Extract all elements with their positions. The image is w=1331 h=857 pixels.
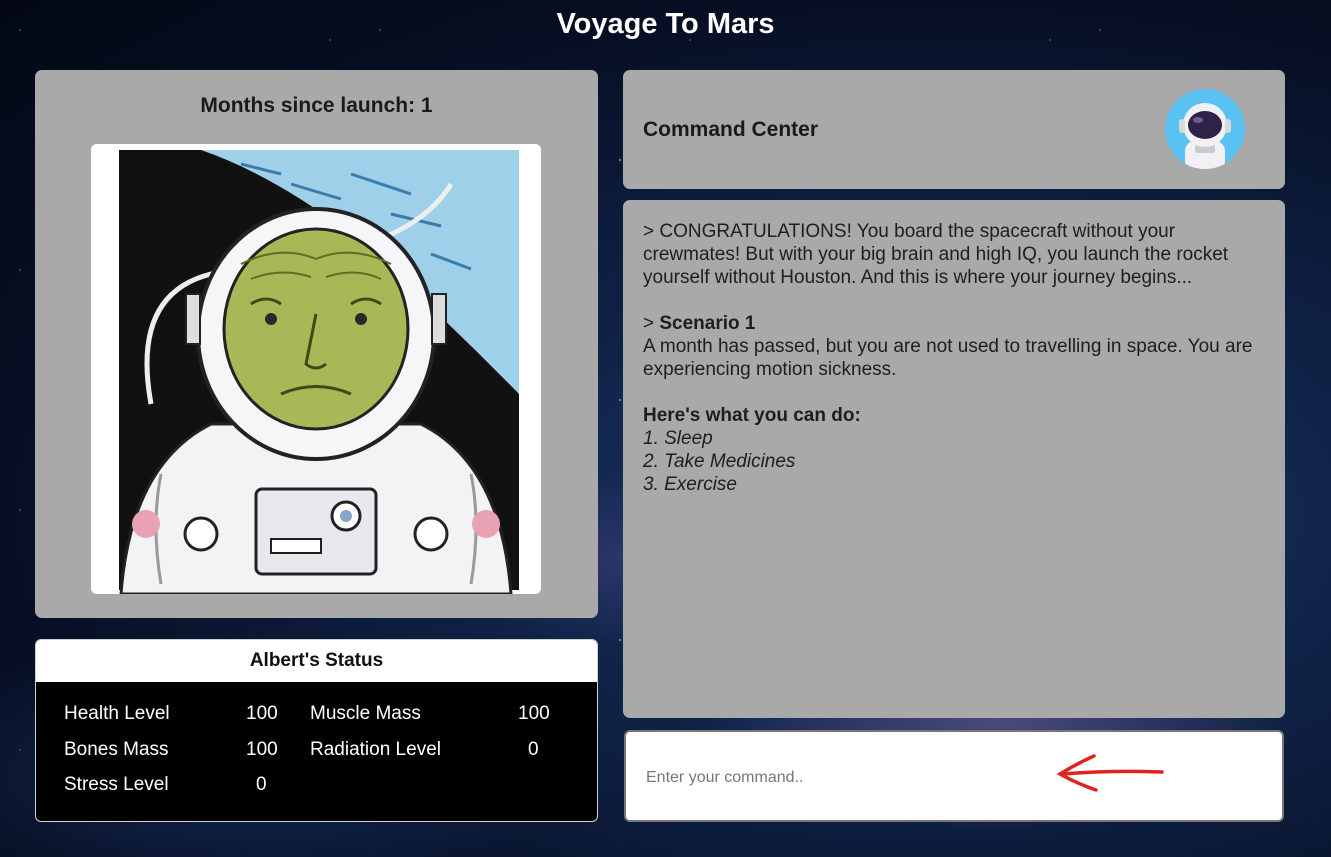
scenario-title: Scenario 1: [659, 313, 756, 334]
command-input[interactable]: [644, 762, 1048, 794]
message-log: > CONGRATULATIONS! You board the spacecr…: [623, 200, 1285, 718]
stat-label-stress-level: Stress Level: [64, 774, 169, 795]
astronaut-icon: [1165, 89, 1245, 169]
scenario-text: A month has passed, but you are not used…: [643, 336, 1253, 380]
stat-value-health-level: 100: [246, 703, 278, 724]
arrow-left-icon: [1056, 754, 1164, 792]
option-item: 3. Exercise: [643, 474, 737, 495]
stat-value-bones-mass: 100: [246, 739, 278, 760]
stat-label-bones-mass: Bones Mass: [64, 739, 169, 760]
page-title: Voyage To Mars: [556, 8, 775, 40]
stat-value-stress-level: 0: [256, 774, 267, 795]
months-panel: Months since launch: 1: [35, 70, 598, 618]
status-title: Albert's Status: [36, 640, 597, 682]
command-center-title: Command Center: [643, 118, 819, 141]
status-panel: Albert's Status Health Level 100 Muscle …: [35, 639, 598, 822]
option-item: 2. Take Medicines: [643, 451, 796, 472]
stat-value-radiation-level: 0: [528, 739, 539, 760]
stat-label-radiation-level: Radiation Level: [310, 739, 441, 760]
stat-label-muscle-mass: Muscle Mass: [310, 703, 421, 724]
stat-value-muscle-mass: 100: [518, 703, 550, 724]
command-center-header: Command Center: [623, 70, 1285, 189]
log-text: > CONGRATULATIONS! You board the spacecr…: [643, 220, 1265, 496]
scenario-heading: > Scenario 1: [643, 312, 1265, 335]
stat-label-health-level: Health Level: [64, 703, 170, 724]
astronaut-illustration: [91, 144, 541, 594]
months-since-launch: Months since launch: 1: [200, 94, 433, 117]
option-item: 1. Sleep: [643, 428, 713, 449]
intro-message: > CONGRATULATIONS! You board the spacecr…: [643, 221, 1229, 288]
command-input-box: [624, 730, 1284, 822]
scenario-prefix: >: [643, 313, 660, 334]
options-heading: Here's what you can do:: [643, 405, 861, 426]
